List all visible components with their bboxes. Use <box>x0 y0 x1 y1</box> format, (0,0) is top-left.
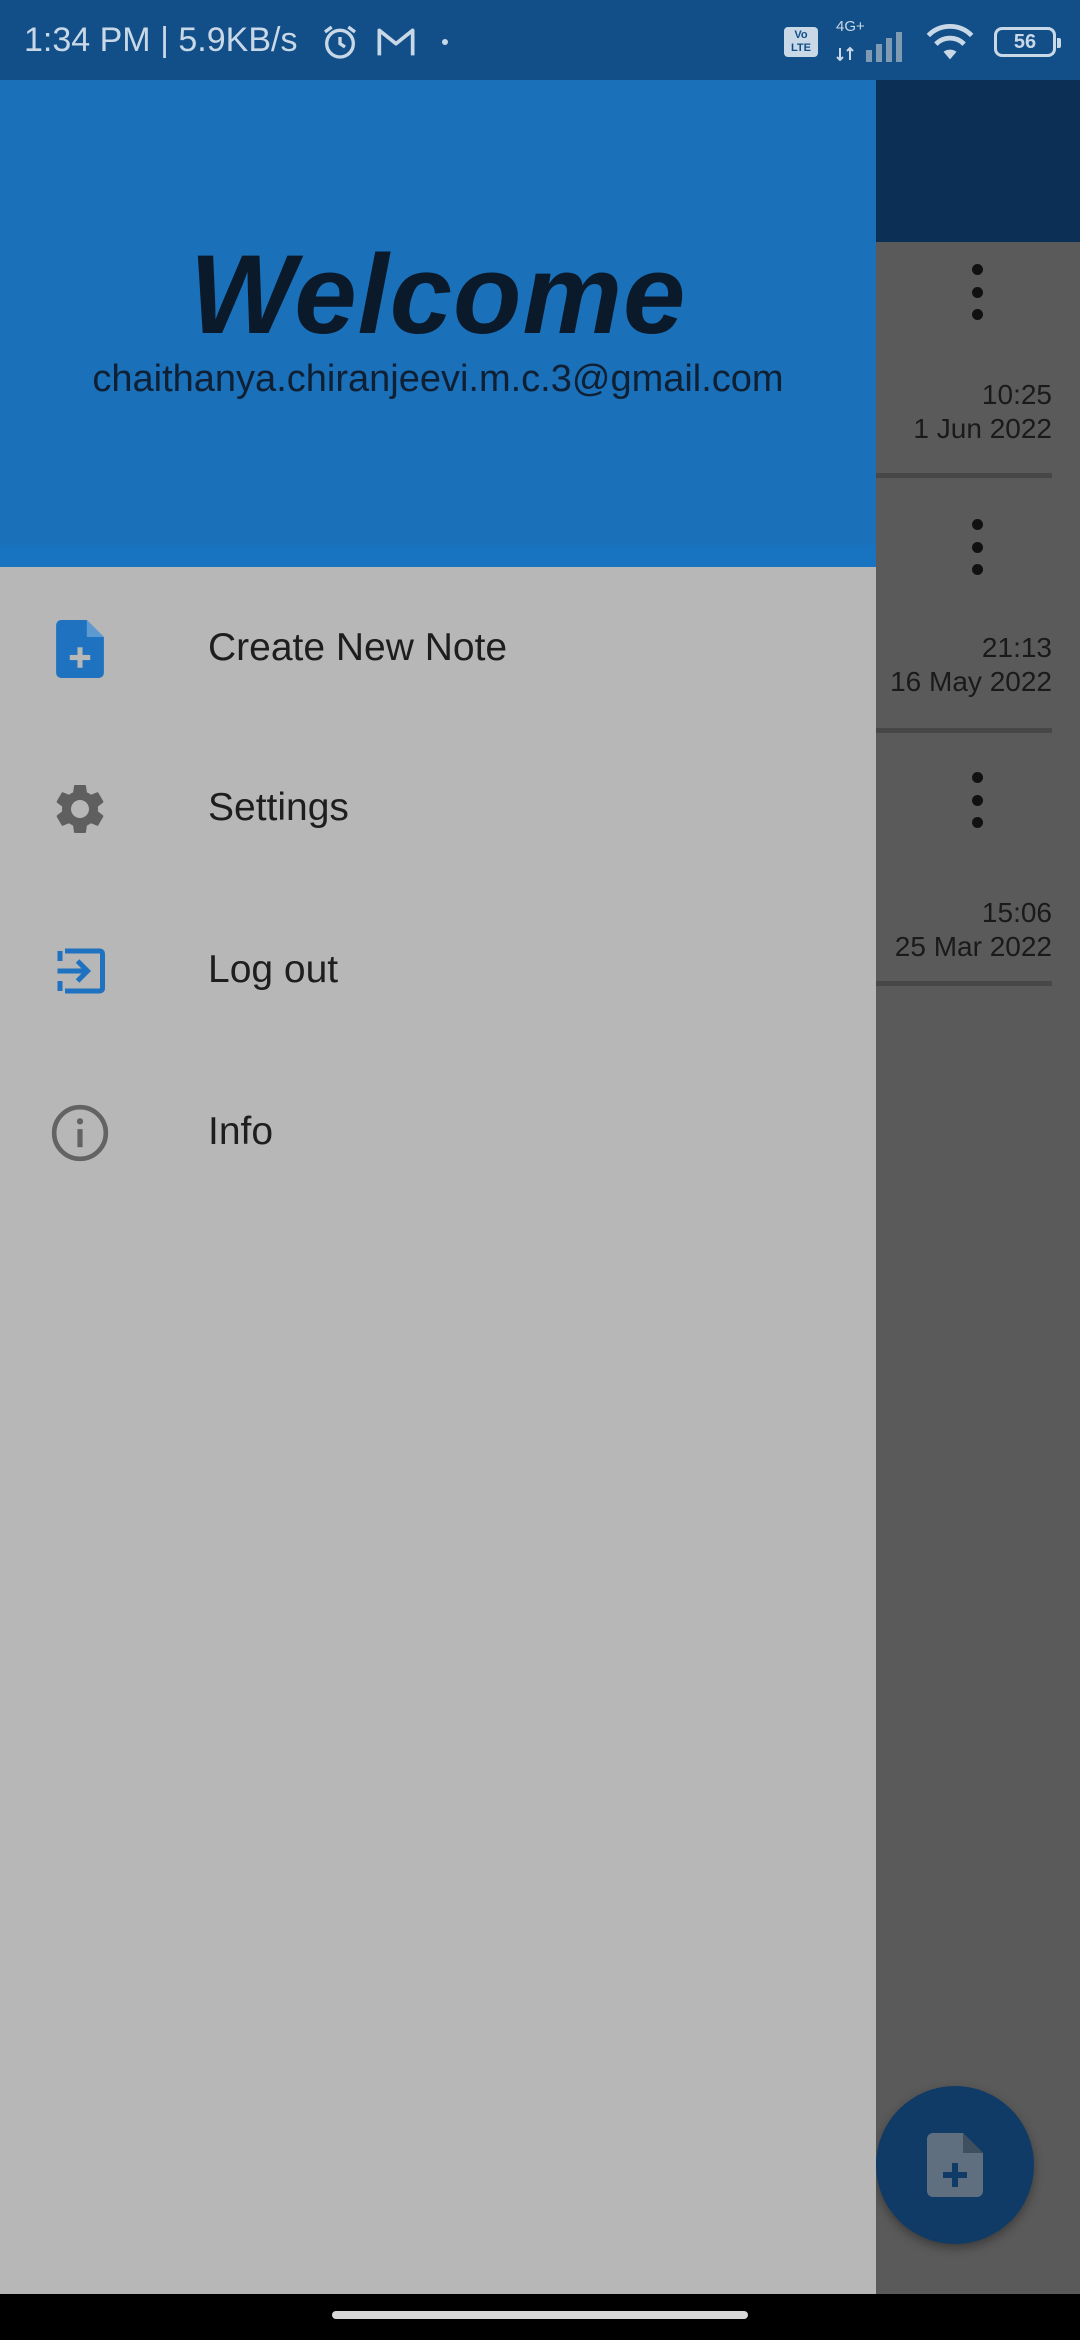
logout-icon <box>48 939 112 1003</box>
system-navigation-bar <box>0 2294 1080 2340</box>
note-card[interactable]: 15:06 25 Mar 2022 <box>860 728 1052 986</box>
notification-icons <box>320 22 448 62</box>
drawer-item-label: Info <box>208 1110 274 1153</box>
user-email: chaithanya.chiranjeevi.m.c.3@gmail.com <box>92 358 784 400</box>
drawer-header: Welcome chaithanya.chiranjeevi.m.c.3@gma… <box>0 80 876 567</box>
battery-level: 56 <box>1013 30 1037 53</box>
wifi-icon <box>926 24 974 60</box>
more-options-icon[interactable] <box>967 519 987 575</box>
welcome-title: Welcome <box>189 232 687 357</box>
note-add-icon <box>48 617 112 681</box>
gmail-icon <box>377 28 415 56</box>
dot-icon <box>442 39 448 45</box>
note-add-icon <box>927 2133 983 2197</box>
status-time: 1:34 PM <box>24 21 151 59</box>
drawer-item-settings[interactable]: Settings <box>0 732 876 882</box>
drawer-item-label: Settings <box>208 786 349 829</box>
navigation-drawer: Welcome chaithanya.chiranjeevi.m.c.3@gma… <box>0 0 876 2294</box>
status-net-speed: 5.9KB/s <box>178 21 298 59</box>
more-options-icon[interactable] <box>967 772 987 828</box>
home-gesture-handle[interactable] <box>332 2311 748 2319</box>
new-note-fab[interactable] <box>876 2086 1034 2244</box>
volte-icon: Vo LTE <box>784 27 818 57</box>
alarm-icon <box>324 25 356 59</box>
drawer-item-info[interactable]: Info <box>0 1056 876 1206</box>
drawer-item-label: Create New Note <box>208 626 508 669</box>
more-options-icon[interactable] <box>967 264 987 320</box>
drawer-item-label: Log out <box>208 948 339 991</box>
status-time-speed: 1:34 PM | 5.9KB/s <box>24 18 297 62</box>
drawer-item-log-out[interactable]: Log out <box>0 894 876 1044</box>
battery-icon: 56 <box>994 27 1061 57</box>
status-separator: | <box>160 21 169 59</box>
status-bar: 1:34 PM | 5.9KB/s Vo LTE 4G+ 56 <box>0 0 1080 80</box>
note-card[interactable]: 21:13 16 May 2022 <box>860 475 1052 733</box>
note-card[interactable]: 10:25 1 Jun 2022 <box>860 220 1052 478</box>
cellular-signal-icon: 4G+ <box>836 18 906 62</box>
gear-icon <box>48 777 112 841</box>
info-icon <box>48 1101 112 1165</box>
drawer-item-create-new-note[interactable]: Create New Note <box>0 572 876 722</box>
system-status-icons: Vo LTE 4G+ 56 <box>784 18 1061 64</box>
